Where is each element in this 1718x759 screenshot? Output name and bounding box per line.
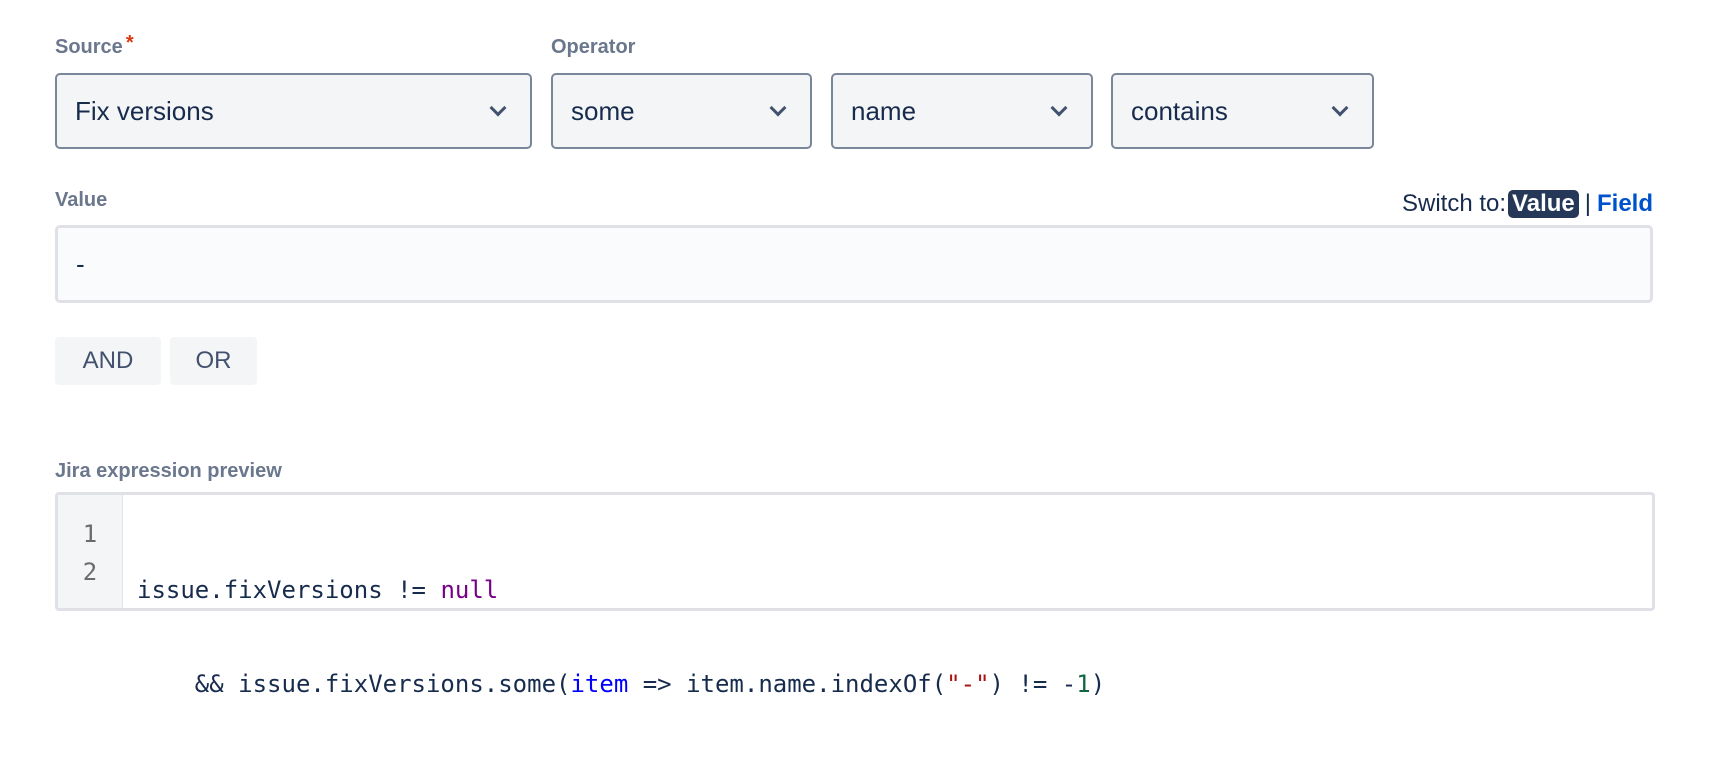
- required-marker: *: [125, 32, 134, 54]
- switch-label: Switch to:: [1401, 190, 1507, 217]
- value-input[interactable]: -: [55, 225, 1653, 303]
- property-select-value: name: [851, 95, 917, 126]
- chevron-down-icon: [769, 99, 787, 117]
- switch-field-option[interactable]: Field: [1597, 190, 1653, 218]
- code-token: => item.name.indexOf(: [628, 670, 947, 698]
- comparison-select[interactable]: contains: [1111, 73, 1374, 149]
- code-lines: issue.fixVersions != null && issue.fixVe…: [123, 495, 1105, 698]
- code-line-2: && issue.fixVersions.some(item => item.n…: [137, 665, 1105, 703]
- code-token: && issue.fixVersions.some(: [137, 670, 571, 698]
- code-token: issue.fixVersions !=: [137, 576, 441, 604]
- code-variable: item: [570, 670, 629, 698]
- comparison-select-value: contains: [1131, 95, 1228, 126]
- value-mode-switch: Switch to: Value | Field: [1402, 190, 1653, 218]
- code-token: ) != -: [989, 670, 1077, 698]
- property-select[interactable]: name: [831, 73, 1093, 149]
- quantifier-select[interactable]: some: [551, 73, 812, 149]
- quantifier-select-value: some: [571, 95, 635, 126]
- code-string: "-": [946, 670, 990, 698]
- chevron-down-icon: [1050, 99, 1068, 117]
- preview-label: Jira expression preview: [55, 460, 282, 482]
- chevron-down-icon: [489, 99, 507, 117]
- source-label-text: Source: [55, 36, 123, 58]
- source-select[interactable]: Fix versions: [55, 73, 532, 149]
- expression-preview: 1 2 issue.fixVersions != null && issue.f…: [55, 492, 1655, 698]
- line-number-gutter: 1 2: [58, 495, 123, 608]
- line-number: 2: [82, 558, 98, 586]
- source-select-value: Fix versions: [75, 95, 214, 126]
- value-label: Value: [55, 189, 108, 211]
- line-number: 1: [82, 520, 98, 548]
- switch-value-option[interactable]: Value: [1508, 190, 1579, 218]
- source-label: Source *: [55, 32, 134, 59]
- code-line-1: issue.fixVersions != null: [137, 571, 1105, 609]
- code-token: ): [1090, 670, 1106, 698]
- code-number: 1: [1076, 670, 1091, 698]
- and-button[interactable]: AND: [55, 337, 161, 385]
- chevron-down-icon: [1331, 99, 1349, 117]
- or-button[interactable]: OR: [170, 337, 257, 385]
- code-keyword: null: [440, 576, 499, 604]
- switch-separator: |: [1584, 190, 1591, 217]
- operator-label: Operator: [551, 36, 636, 58]
